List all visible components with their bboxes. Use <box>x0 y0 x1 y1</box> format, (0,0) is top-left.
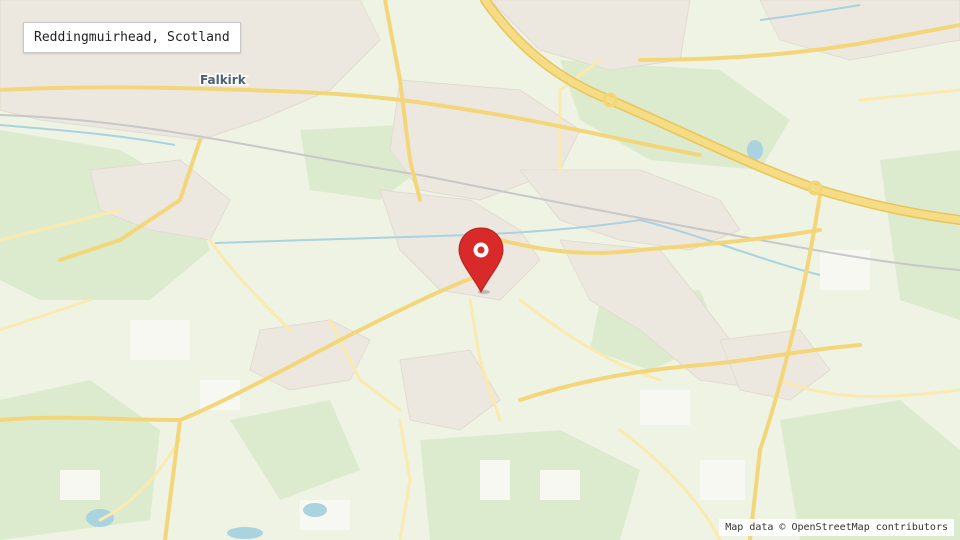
map-canvas[interactable]: Falkirk <box>0 0 960 540</box>
map-attribution: Map data © OpenStreetMap contributors <box>719 519 954 536</box>
place-label-falkirk: Falkirk <box>200 73 247 87</box>
location-label: Reddingmuirhead, Scotland <box>23 22 241 53</box>
